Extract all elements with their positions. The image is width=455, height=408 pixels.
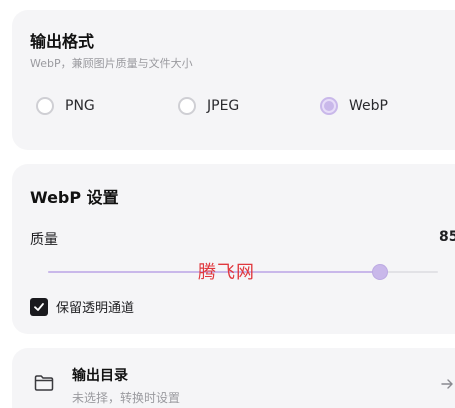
output-format-card: 输出格式 WebP，兼顾图片质量与文件大小 PNG JPEG WebP <box>12 10 455 150</box>
radio-png-label: PNG <box>65 98 95 114</box>
format-option-png[interactable]: PNG <box>36 94 95 118</box>
output-directory-card[interactable]: 输出目录 未选择，转换时设置 <box>12 348 455 408</box>
format-option-jpeg[interactable]: JPEG <box>178 94 239 118</box>
slider-thumb[interactable] <box>373 265 387 279</box>
radio-webp-label: WebP <box>349 98 388 114</box>
keep-transparency-option[interactable]: 保留透明通道 <box>30 297 134 316</box>
output-directory-title: 输出目录 <box>72 368 128 384</box>
webp-settings-title: WebP 设置 <box>30 188 119 207</box>
radio-selected-dot <box>324 101 334 111</box>
format-option-webp[interactable]: WebP <box>320 94 388 118</box>
radio-jpeg-label: JPEG <box>207 98 240 114</box>
keep-transparency-checkbox[interactable] <box>30 297 48 316</box>
radio-png-circle[interactable] <box>36 97 54 115</box>
folder-icon <box>34 374 54 396</box>
quality-label: 质量 <box>30 232 58 248</box>
keep-transparency-label: 保留透明通道 <box>56 301 135 316</box>
quality-value: 85 <box>439 229 455 245</box>
output-format-subtitle: WebP，兼顾图片质量与文件大小 <box>30 57 193 70</box>
settings-page: 输出格式 WebP，兼顾图片质量与文件大小 PNG JPEG WebP WebP… <box>0 0 455 408</box>
webp-settings-card: WebP 设置 质量 85 腾飞网 保留透明通道 <box>12 164 455 334</box>
radio-webp-circle[interactable] <box>320 97 338 115</box>
output-directory-subtitle: 未选择，转换时设置 <box>72 391 181 405</box>
arrow-right-icon[interactable] <box>440 376 454 395</box>
check-icon <box>34 302 44 311</box>
radio-jpeg-circle[interactable] <box>178 97 196 115</box>
output-format-title: 输出格式 <box>30 32 95 51</box>
watermark-text: 腾飞网 <box>198 262 255 283</box>
